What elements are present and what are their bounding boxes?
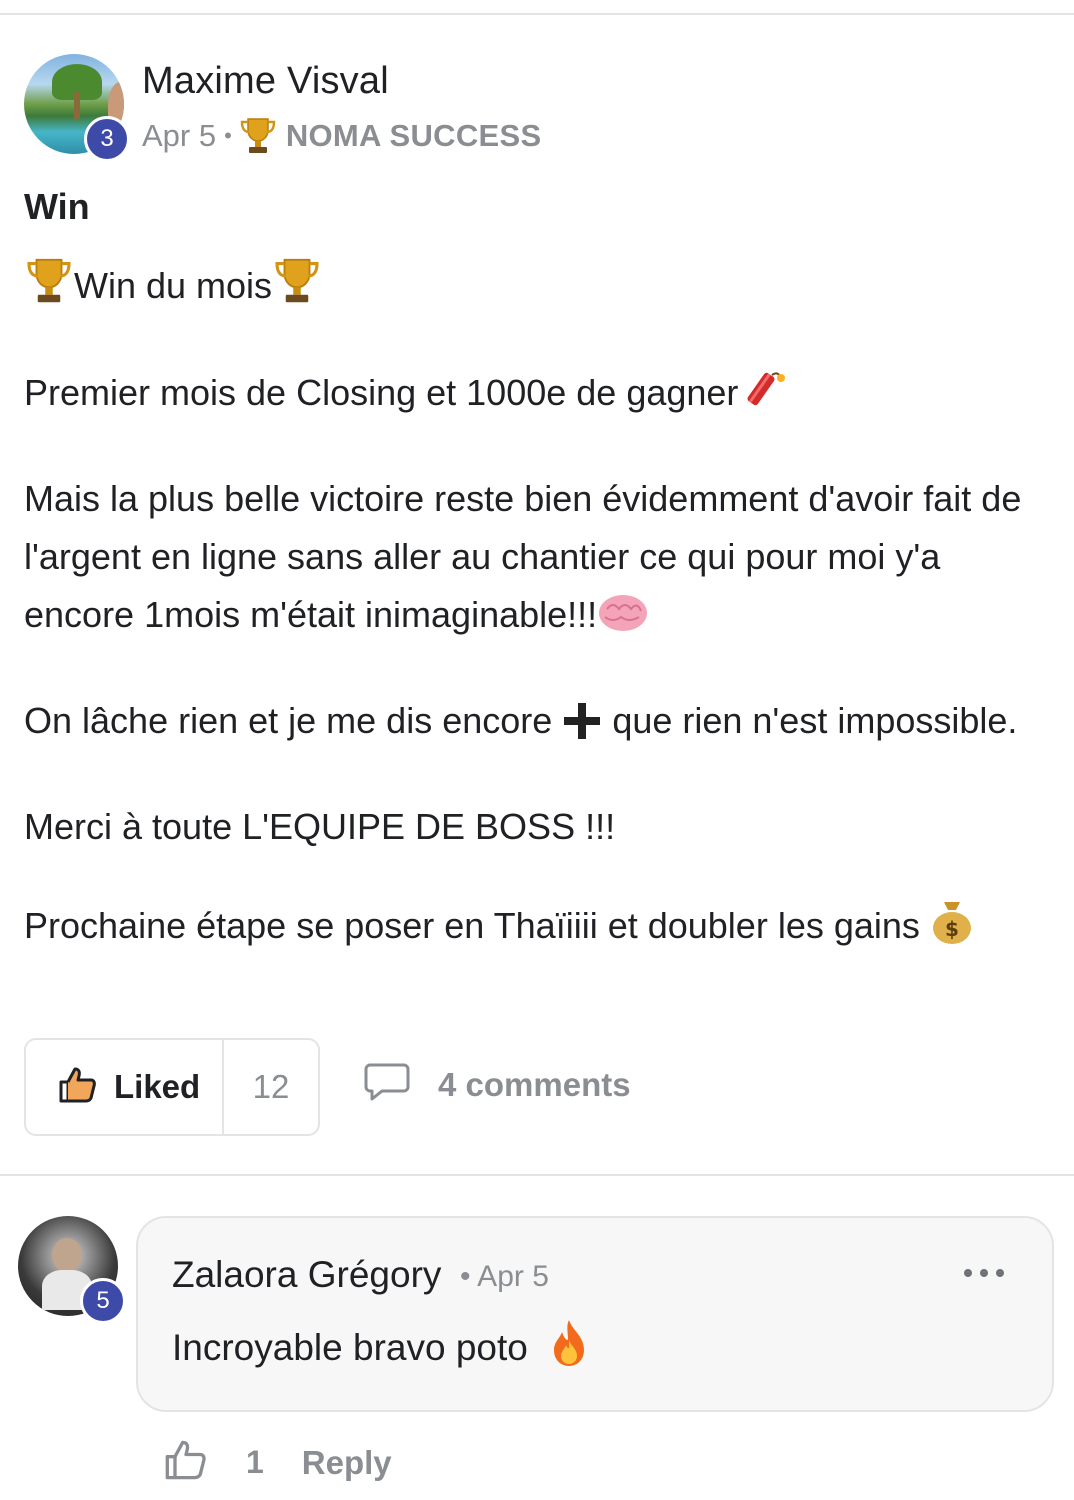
paragraph-3-text-b: que rien n'est impossible. — [612, 700, 1018, 741]
thumbs-up-icon[interactable] — [164, 1438, 208, 1487]
comment-like-count: 1 — [246, 1444, 264, 1480]
commenter-name[interactable]: Zalaora Grégory — [172, 1254, 441, 1296]
paragraph-2-text: Mais la plus belle victoire reste bien é… — [24, 478, 1022, 635]
body-paragraph-2: Mais la plus belle victoire reste bien é… — [24, 470, 1044, 652]
commenter-level-badge: 5 — [80, 1278, 126, 1324]
paragraph-5-text: Prochaine étape se poser en Thaïiiii et … — [24, 905, 920, 946]
svg-text:$: $ — [945, 917, 959, 941]
post-title: Win — [24, 186, 90, 227]
author-level-badge: 3 — [84, 116, 130, 162]
body-paragraph-4: Merci à toute L'EQUIPE DE BOSS !!! — [24, 806, 616, 847]
brain-icon — [597, 591, 649, 652]
author-name[interactable]: Maxime Visval — [142, 60, 389, 103]
paragraph-1-text: Premier mois de Closing et 1000e de gagn… — [24, 372, 739, 413]
paragraph-3-text-a: On lâche rien et je me dis encore — [24, 700, 553, 741]
comment-text-content: Incroyable bravo poto — [172, 1327, 528, 1368]
firecracker-icon — [738, 363, 788, 430]
reply-button[interactable]: Reply — [302, 1444, 392, 1482]
trophy-icon — [240, 116, 276, 156]
like-box: Liked 12 — [24, 1038, 320, 1136]
like-count[interactable]: 12 — [224, 1068, 318, 1106]
comment-bubble: Zalaora Grégory • Apr 5 Incroyable bravo… — [136, 1216, 1054, 1412]
top-divider — [0, 13, 1074, 15]
like-label: Liked — [114, 1068, 201, 1105]
body-paragraph-3: On lâche rien et je me dis encore que ri… — [24, 692, 1044, 758]
trophy-icon — [272, 256, 322, 323]
comment-bubble-icon — [364, 1062, 410, 1107]
money-bag-icon: $ — [930, 896, 974, 963]
thumbs-up-icon — [58, 1065, 98, 1110]
comment-actions: 1 Reply — [164, 1438, 392, 1487]
headline-text: Win du mois — [74, 265, 273, 306]
comments-label: 4 comments — [438, 1065, 631, 1103]
meta-separator: • — [224, 123, 232, 148]
post-body: Win du mois Premier mois de Closing et 1… — [24, 256, 1044, 1003]
post-category[interactable]: NOMA SUCCESS — [286, 118, 542, 154]
post-date: Apr 5 — [142, 118, 217, 153]
like-button[interactable]: Liked — [26, 1040, 224, 1134]
post-meta: Apr 5 • NOMA SUCCESS — [142, 116, 541, 156]
comments-button[interactable]: 4 comments — [364, 1062, 631, 1107]
more-options-icon[interactable] — [964, 1266, 1004, 1280]
trophy-icon — [24, 256, 74, 323]
comments-divider — [0, 1174, 1074, 1176]
plus-icon — [562, 700, 602, 758]
body-paragraph-5: Prochaine étape se poser en Thaïiiii et … — [24, 896, 1044, 963]
fire-icon — [548, 1318, 590, 1377]
comment-date: • Apr 5 — [460, 1260, 549, 1293]
comment-text: Incroyable bravo poto — [172, 1318, 590, 1377]
body-paragraph-1: Premier mois de Closing et 1000e de gagn… — [24, 363, 1044, 430]
body-headline: Win du mois — [24, 256, 1044, 323]
